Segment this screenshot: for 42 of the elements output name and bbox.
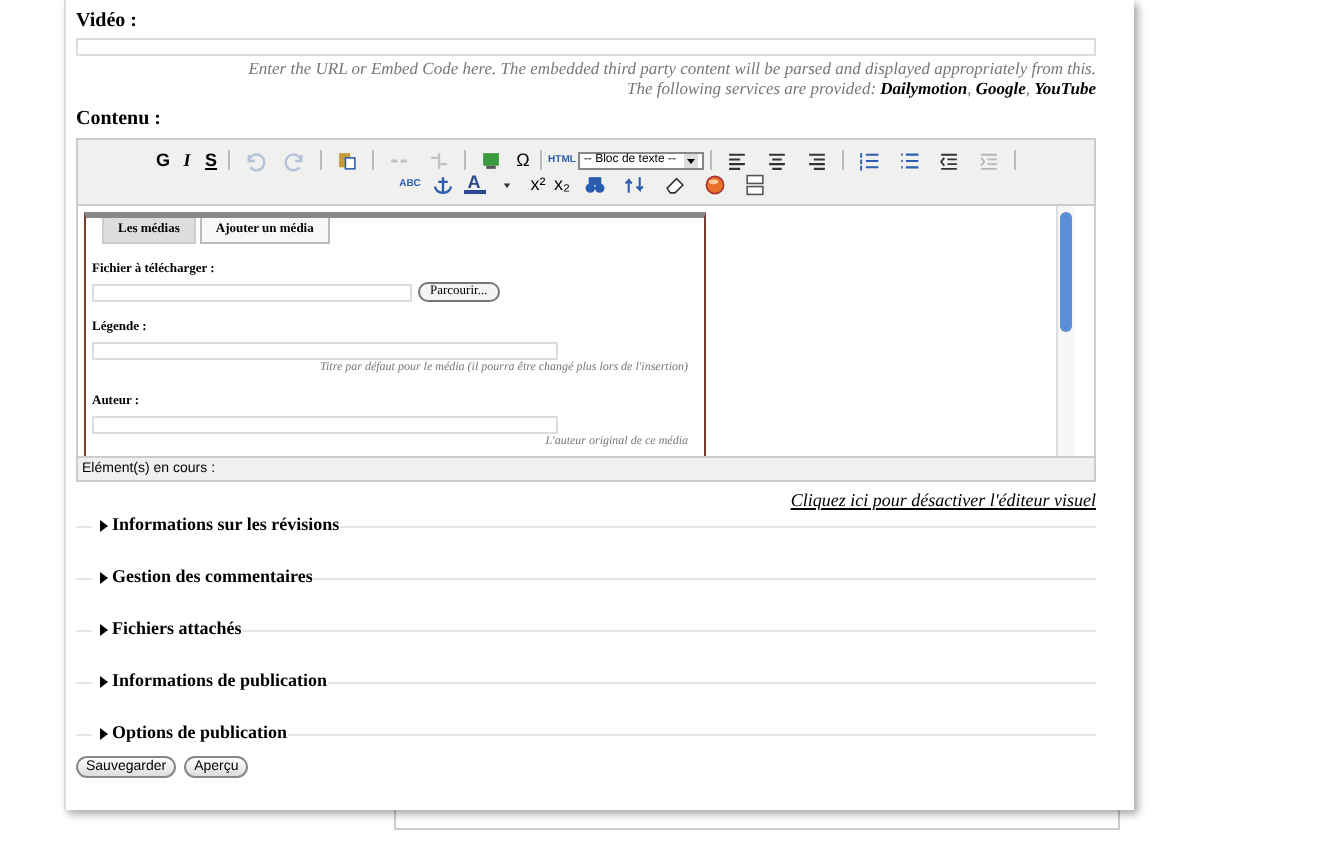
collapsed-icon (100, 728, 108, 740)
paste-icon[interactable] (336, 149, 359, 171)
field-label: Vidéo : (76, 8, 139, 34)
toolbar-button[interactable]: G (152, 149, 175, 171)
toolbar-button[interactable]: Ω (512, 149, 535, 171)
section-header[interactable]: Fichiers attachés (100, 616, 242, 644)
help-text: The following services are provided: Dailymotion, Google, YouTube (625, 79, 1096, 98)
binoculars-icon[interactable] (583, 173, 605, 195)
eraser-icon[interactable] (663, 173, 685, 195)
ball-icon[interactable] (703, 173, 725, 195)
align-center-icon[interactable] (765, 149, 788, 171)
file-field[interactable] (92, 284, 412, 302)
toolbar-button[interactable]: I (176, 149, 199, 171)
toolbar-button[interactable]: A (463, 174, 485, 194)
replace-icon[interactable] (623, 173, 645, 195)
numbered-list-icon[interactable] (857, 149, 880, 171)
align-left-icon[interactable] (725, 149, 748, 171)
field-label: Contenu : (76, 106, 164, 132)
collapsed-icon (100, 624, 108, 636)
text-field[interactable] (92, 416, 558, 434)
collapsed-icon (100, 572, 108, 584)
scrollbar[interactable] (1056, 206, 1074, 456)
dropdown-arrow-icon[interactable] (683, 153, 698, 167)
outdent-icon[interactable] (937, 149, 960, 171)
toolbar-button[interactable]: x² (527, 173, 549, 195)
section-header[interactable]: Gestion des commentaires (100, 564, 313, 592)
section-header[interactable]: Options de publication (100, 720, 288, 748)
image-icon[interactable] (480, 149, 503, 171)
collapsed-icon (100, 520, 108, 532)
section-header[interactable]: Informations de publication (100, 668, 328, 696)
page-break-icon[interactable] (743, 173, 765, 195)
anchor-icon[interactable] (431, 173, 453, 195)
toolbar-button[interactable]: S (200, 149, 223, 171)
help-text: Enter the URL or Embed Code here. The embedded third party content will be parsed and displayed appropriately from this. (246, 60, 1096, 79)
section-header[interactable]: Informations sur les révisions (100, 512, 340, 540)
video-url-field[interactable] (76, 38, 1096, 56)
collapsed-icon (100, 676, 108, 688)
text-field[interactable] (92, 342, 558, 360)
bullet-list-icon[interactable] (897, 149, 920, 171)
toggle-editor-link[interactable]: Cliquez ici pour désactiver l'éditeur visuel (76, 490, 1096, 512)
align-right-icon[interactable] (805, 149, 828, 171)
toolbar-button[interactable]: x₂ (551, 173, 573, 195)
